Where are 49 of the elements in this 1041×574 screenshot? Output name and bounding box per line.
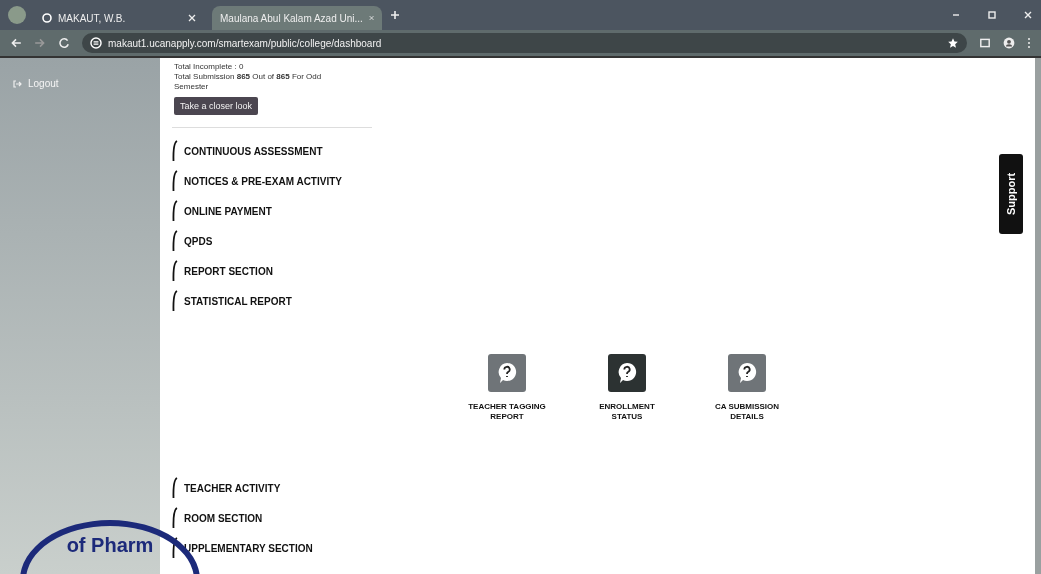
scrollbar[interactable] <box>1035 58 1041 574</box>
bracket-icon <box>172 170 178 192</box>
star-icon[interactable] <box>947 37 959 49</box>
report-tile[interactable] <box>608 354 646 392</box>
tile-label[interactable]: TEACHER TAGGING REPORT <box>467 402 547 422</box>
closer-look-button[interactable]: Take a closer look <box>174 97 259 115</box>
globe-icon <box>42 13 52 23</box>
site-info-icon <box>90 37 102 49</box>
section-heading[interactable]: NOTICES & PRE-EXAM ACTIVITY <box>184 175 342 187</box>
reload-icon[interactable] <box>58 37 70 49</box>
tile-label[interactable]: CA SUBMISSION DETAILS <box>707 402 787 422</box>
question-bubble-icon <box>497 362 517 384</box>
tile-label[interactable]: ENROLLMENT STATUS <box>587 402 667 422</box>
section-heading[interactable]: STATISTICAL REPORT <box>184 295 292 307</box>
question-bubble-icon <box>617 362 637 384</box>
question-bubble-icon <box>737 362 757 384</box>
menu-icon[interactable] <box>1027 37 1031 49</box>
bracket-icon <box>172 290 178 312</box>
section-heading[interactable]: ONLINE PAYMENT <box>184 205 272 217</box>
summary-text: Total Submission 865 Out of 865 For Odd <box>174 72 322 81</box>
report-tile[interactable] <box>728 354 766 392</box>
support-tab[interactable]: Support <box>999 154 1023 234</box>
maximize-icon[interactable] <box>987 10 997 20</box>
bracket-icon <box>172 507 178 530</box>
section-heading[interactable]: TEACHER ACTIVITY <box>184 482 281 494</box>
section-heading[interactable]: QPDS <box>184 235 213 247</box>
bracket-icon <box>172 260 178 282</box>
bracket-icon <box>172 537 178 560</box>
bracket-icon <box>172 140 178 162</box>
section-heading[interactable]: REPORT SECTION <box>184 265 273 277</box>
close-icon[interactable] <box>188 14 196 22</box>
close-icon[interactable] <box>1023 10 1033 20</box>
browser-tab[interactable]: Maulana Abul Kalam Azad Uni... <box>212 6 382 30</box>
new-tab-icon[interactable] <box>390 10 400 20</box>
summary-text: Total Incomplete : 0 <box>174 62 244 71</box>
report-tile[interactable] <box>488 354 526 392</box>
summary-text: Semester <box>174 82 209 91</box>
bracket-icon <box>172 477 178 500</box>
browser-tab[interactable]: MAKAUT, W.B. <box>34 6 204 30</box>
bracket-icon <box>172 230 178 252</box>
section-heading[interactable]: UPPLEMENTARY SECTION <box>184 542 313 554</box>
bracket-icon <box>172 200 178 222</box>
back-arrow-icon[interactable] <box>10 37 22 49</box>
section-heading[interactable]: ROOM SECTION <box>184 512 263 524</box>
profile-icon[interactable] <box>1003 37 1015 49</box>
side-panel-icon[interactable] <box>979 37 991 49</box>
logout-icon <box>12 78 22 89</box>
address-bar[interactable]: makaut1.ucanapply.com/smartexam/public/college/dashboard <box>82 33 967 53</box>
section-heading[interactable]: CONTINUOUS ASSESSMENT <box>184 145 323 157</box>
